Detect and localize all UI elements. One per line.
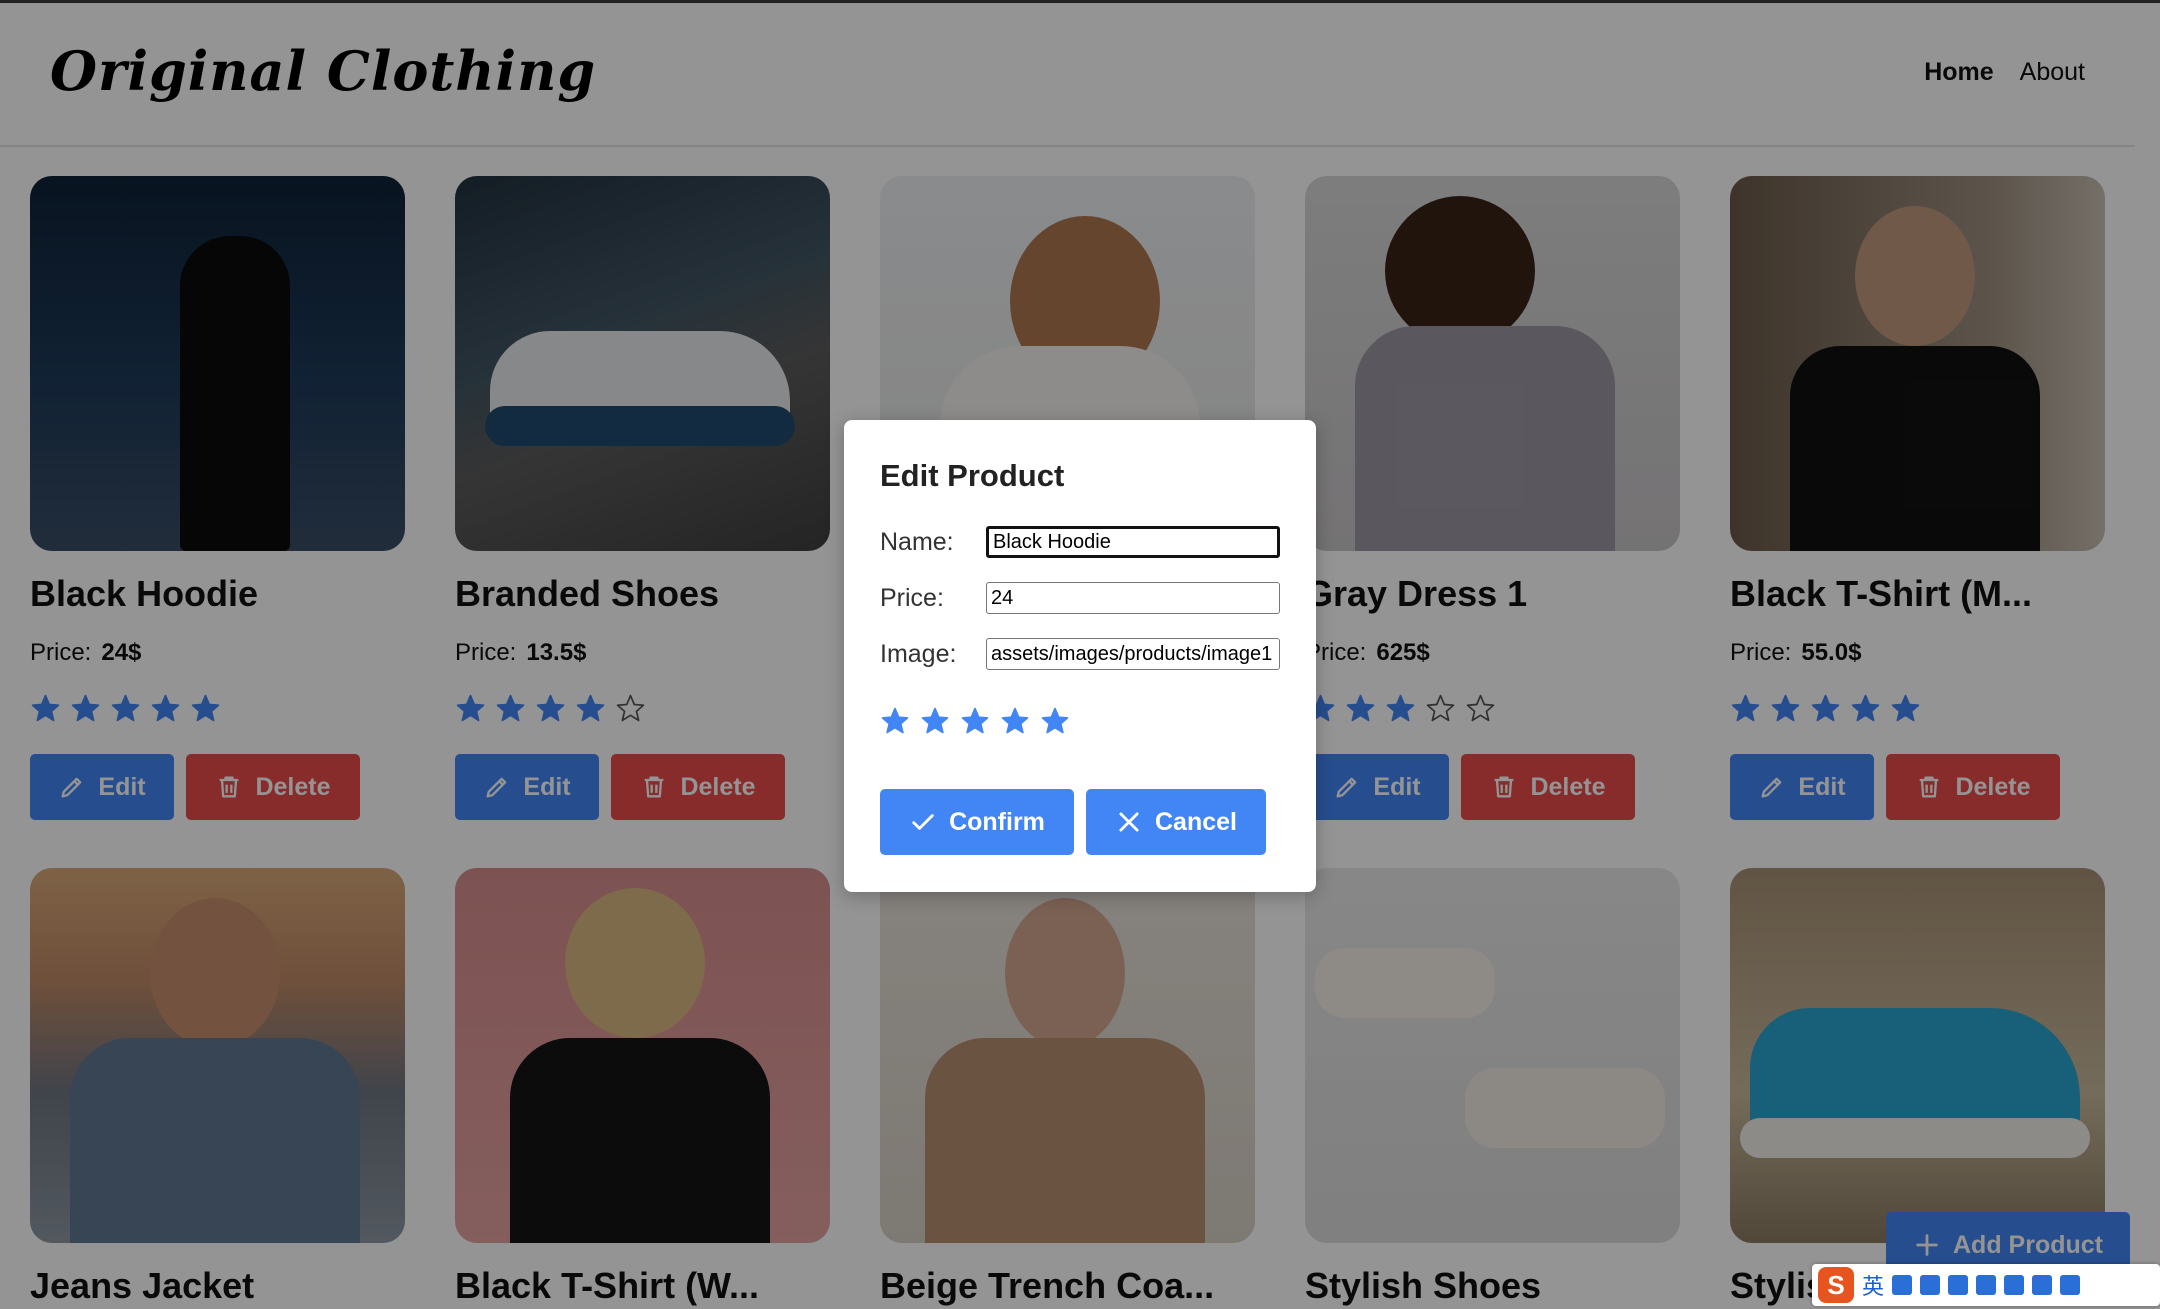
name-input[interactable] — [986, 526, 1280, 558]
rating-input-star[interactable] — [960, 706, 990, 736]
confirm-label: Confirm — [949, 807, 1045, 836]
ime-toolbar[interactable]: S 英 — [1812, 1264, 2160, 1306]
dialog-actions: Confirm Cancel — [880, 789, 1266, 855]
image-row: Image: — [880, 638, 1280, 670]
skin-icon[interactable] — [1976, 1275, 1997, 1295]
rating-input-star[interactable] — [1000, 706, 1030, 736]
game-icon[interactable] — [2004, 1275, 2025, 1295]
rating-input-star[interactable] — [920, 706, 950, 736]
price-input[interactable] — [986, 582, 1280, 614]
rating-input-star[interactable] — [880, 706, 910, 736]
check-icon — [912, 814, 934, 830]
dialog-title: Edit Product — [880, 458, 1065, 493]
price-row: Price: — [880, 582, 1280, 614]
rating-input — [880, 706, 1070, 736]
ime-language-toggle[interactable]: 英 — [1862, 1269, 1884, 1301]
rating-input-star[interactable] — [1040, 706, 1070, 736]
settings-icon[interactable] — [2060, 1275, 2081, 1295]
keyboard-icon[interactable] — [1948, 1275, 1969, 1295]
cancel-label: Cancel — [1155, 807, 1237, 836]
ime-logo-icon: S — [1818, 1267, 1854, 1303]
punctuation-icon[interactable] — [1892, 1275, 1913, 1295]
microphone-icon[interactable] — [1920, 1275, 1941, 1295]
confirm-button[interactable]: Confirm — [880, 789, 1074, 855]
edit-product-dialog: Edit Product Name: Price: Image: Confirm… — [844, 420, 1316, 892]
image-path-input[interactable] — [986, 638, 1280, 670]
image-label: Image: — [880, 639, 957, 668]
apps-icon[interactable] — [2032, 1275, 2053, 1295]
close-icon — [1119, 812, 1139, 832]
name-row: Name: — [880, 526, 1280, 558]
name-label: Name: — [880, 527, 954, 556]
price-label: Price: — [880, 583, 944, 612]
cancel-button[interactable]: Cancel — [1086, 789, 1266, 855]
